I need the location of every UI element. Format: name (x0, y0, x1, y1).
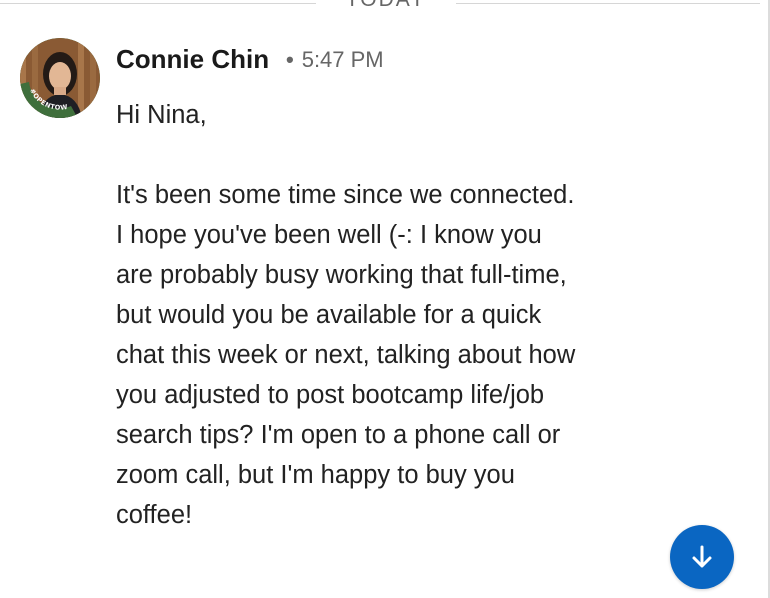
message-text: It's been some time since we connected. … (116, 181, 576, 529)
divider-label: TODAY (316, 0, 456, 12)
scroll-to-bottom-button[interactable] (670, 525, 734, 589)
date-divider: TODAY (0, 0, 760, 20)
message-meta: • 5:47 PM (286, 46, 384, 74)
message-greeting: Hi Nina, (116, 101, 207, 129)
arrow-down-icon (692, 545, 712, 568)
meta-separator: • (286, 47, 294, 72)
sender-name[interactable]: Connie Chin (116, 43, 269, 75)
divider-line-left (0, 3, 316, 4)
divider-line-right (456, 3, 760, 4)
avatar[interactable]: #OPENTOWORK (20, 38, 100, 118)
avatar-photo: #OPENTOWORK (20, 38, 100, 118)
message-timestamp: 5:47 PM (301, 47, 384, 72)
message-paragraph-break (116, 135, 676, 175)
message-body: Hi Nina, It's been some time since we co… (116, 95, 676, 535)
